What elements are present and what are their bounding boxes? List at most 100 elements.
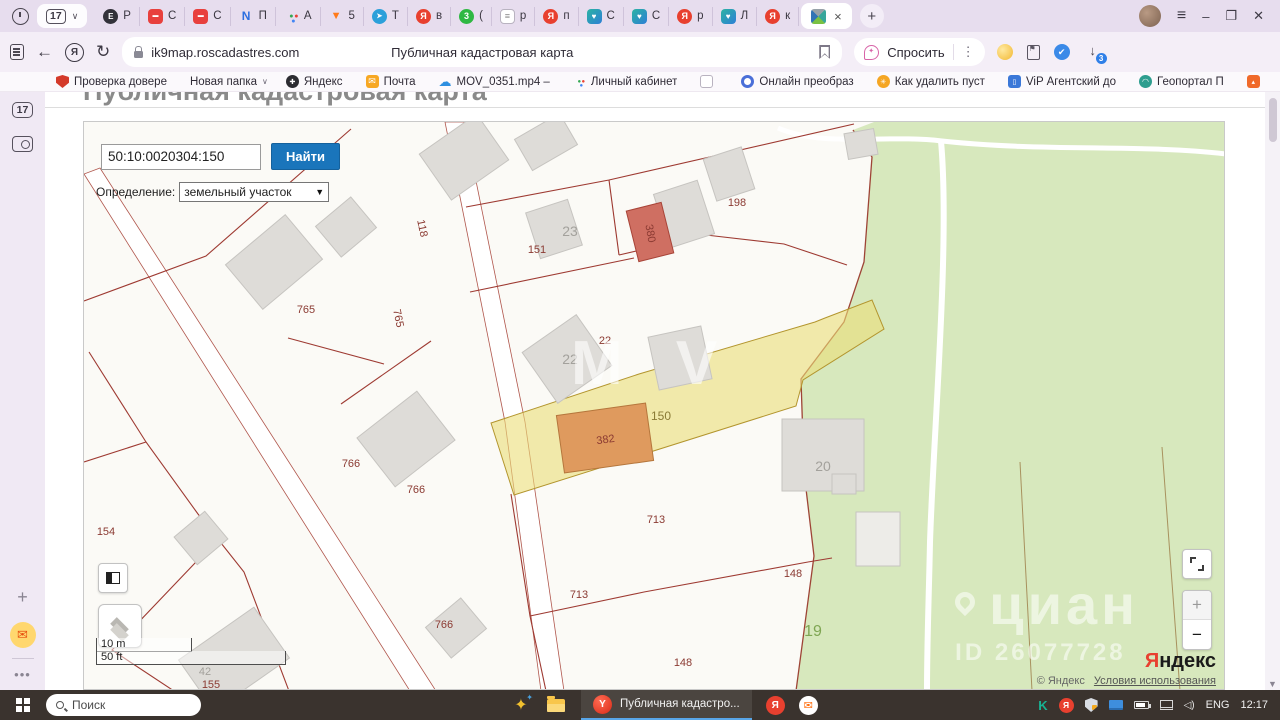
ask-ai-button[interactable]: Спросить ⋮ <box>854 38 984 66</box>
browser-tab[interactable]: А <box>276 7 321 26</box>
new-tab-button[interactable]: + <box>860 4 884 28</box>
windows-taskbar: Поиск ✦✦ Y Публичная кадастро... Я K Я ◁… <box>0 690 1280 720</box>
back-button[interactable]: ← <box>36 42 53 62</box>
bookmark-item[interactable]: Геопортал П <box>1139 75 1229 88</box>
bookmark-item[interactable] <box>1247 75 1270 88</box>
add-bookmark-icon[interactable] <box>819 45 830 59</box>
find-button[interactable]: Найти <box>271 143 340 170</box>
object-type-select[interactable]: земельный участок ▼ <box>179 182 329 202</box>
bookmark-favicon <box>700 75 713 88</box>
screenshot-icon[interactable] <box>12 136 33 152</box>
active-tab[interactable]: × <box>801 3 852 29</box>
zoom-control: + − <box>1182 590 1212 650</box>
bookmark-label: Почта <box>384 76 416 88</box>
speaker-icon[interactable]: ◁) <box>1184 700 1195 711</box>
fullscreen-button[interactable] <box>1182 549 1212 579</box>
kaspersky-tray-icon[interactable]: K <box>1038 698 1047 713</box>
add-panel-icon[interactable]: + <box>17 587 28 608</box>
bookmark-item[interactable]: Как удалить пуст <box>877 75 990 88</box>
divider <box>45 107 1266 108</box>
browser-tab[interactable]: 5 <box>321 7 364 26</box>
maximize-button[interactable]: ❐ <box>1225 8 1237 24</box>
yandex-tray-icon[interactable]: Я <box>1059 698 1074 713</box>
cadastre-number-input[interactable] <box>101 144 261 170</box>
downloads-icon[interactable]: ↓ 3 <box>1084 43 1102 61</box>
map-canvas[interactable]: 118 151 23 380 198 765 765 22 22 150 382… <box>84 122 1225 690</box>
cadastral-map[interactable]: 118 151 23 380 198 765 765 22 22 150 382… <box>83 121 1225 690</box>
refresh-icon[interactable]: ↻ <box>96 42 110 62</box>
bookmark-item[interactable]: ViP Агентский до <box>1008 75 1121 88</box>
tab-title: Л <box>741 10 749 22</box>
overview-map-button[interactable] <box>98 563 128 593</box>
profile-avatar[interactable] <box>1139 5 1161 27</box>
browser-tab[interactable]: П <box>231 7 276 26</box>
yandex-home-icon[interactable]: Я <box>65 43 84 62</box>
history-clock-icon[interactable] <box>12 8 29 25</box>
taskbar-search[interactable]: Поиск <box>46 694 201 716</box>
terms-link[interactable]: Условия использования <box>1094 675 1216 687</box>
bookmark-item[interactable]: Личный кабинет <box>573 75 683 88</box>
copilot-icon[interactable]: ✦✦ <box>509 695 533 715</box>
start-button[interactable] <box>0 698 46 712</box>
file-explorer-icon[interactable] <box>547 699 565 712</box>
tab-favicon <box>587 9 602 24</box>
display-tray-icon[interactable] <box>1109 700 1123 710</box>
yandex-app-icon[interactable]: Я <box>766 696 785 715</box>
system-tray: K Я ◁) ENG 12:17 <box>1038 698 1280 713</box>
tab-favicon <box>329 9 344 24</box>
tab-counter[interactable]: 17 ∨ <box>37 4 87 28</box>
tab-title: А <box>304 10 312 22</box>
yandex-mail-icon[interactable] <box>10 622 36 648</box>
browser-tab[interactable]: Л <box>713 7 758 26</box>
clock-time[interactable]: 12:17 <box>1240 699 1268 711</box>
browser-tab[interactable]: Т <box>364 7 408 26</box>
language-indicator[interactable]: ENG <box>1206 699 1230 711</box>
collections-icon[interactable] <box>1027 45 1040 60</box>
browser-tab[interactable]: С <box>185 7 230 26</box>
bookmark-folder-caret: ∨ <box>262 77 268 86</box>
browser-tab[interactable]: р <box>492 7 535 26</box>
browser-tab[interactable]: ( <box>451 7 492 26</box>
page-scrollbar[interactable]: ▼ <box>1265 92 1280 690</box>
browser-tab[interactable]: к <box>757 7 799 26</box>
security-shield-icon[interactable] <box>1085 698 1098 712</box>
zoom-out-button[interactable]: − <box>1183 620 1211 649</box>
browser-menu-icon[interactable]: ≡ <box>1177 7 1186 25</box>
sidebar-tab-counter[interactable]: 17 <box>12 102 34 118</box>
bookmark-item[interactable]: Яндекс <box>286 75 348 88</box>
bookmark-item[interactable]: MOV_0351.mp4 – <box>439 75 555 88</box>
sidebar-more-icon[interactable]: ••• <box>14 667 31 682</box>
parcel-label: 148 <box>784 568 802 580</box>
browser-tab[interactable]: С <box>579 7 624 26</box>
close-window-button[interactable]: ✕ <box>1253 8 1264 24</box>
network-icon[interactable] <box>1160 700 1173 710</box>
scrollbar-down-arrow[interactable]: ▼ <box>1265 679 1280 689</box>
battery-icon[interactable] <box>1134 701 1149 709</box>
scrollbar-thumb[interactable] <box>1269 98 1277 142</box>
bookmark-item[interactable]: Проверка довере <box>56 75 172 88</box>
address-bar[interactable]: ik9map.roscadastres.com Публичная кадаст… <box>122 37 842 67</box>
divider <box>12 658 34 659</box>
parcel-label: 766 <box>342 458 360 470</box>
zoom-in-button[interactable]: + <box>1183 591 1211 620</box>
more-options-icon[interactable]: ⋮ <box>953 44 975 60</box>
extension-icon[interactable] <box>997 44 1013 60</box>
bookmark-item[interactable] <box>700 75 723 88</box>
browser-tab[interactable]: р <box>669 7 712 26</box>
browser-tab[interactable]: Р <box>95 7 140 26</box>
bookmark-item[interactable]: Почта <box>366 75 421 88</box>
bookmarks-bar: Проверка довере Новая папка ∨ Яндекс Поч… <box>0 72 1280 92</box>
active-task-button[interactable]: Y Публичная кадастро... <box>581 690 752 720</box>
browser-tab[interactable]: п <box>535 7 578 26</box>
mail-app-icon[interactable] <box>799 696 818 715</box>
copyright-text: © Яндекс <box>1037 675 1085 687</box>
close-tab-icon[interactable]: × <box>834 10 842 23</box>
browser-tab[interactable]: С <box>624 7 669 26</box>
browser-tab[interactable]: в <box>408 7 451 26</box>
sidebar-toggle-icon[interactable] <box>10 44 24 60</box>
protect-check-icon[interactable]: ✔ <box>1054 44 1070 60</box>
browser-tab[interactable]: С <box>140 7 185 26</box>
bookmark-item[interactable]: Онлайн преобраз <box>741 75 858 88</box>
minimize-button[interactable]: – <box>1202 9 1209 24</box>
bookmark-item[interactable]: Новая папка ∨ <box>190 76 268 88</box>
